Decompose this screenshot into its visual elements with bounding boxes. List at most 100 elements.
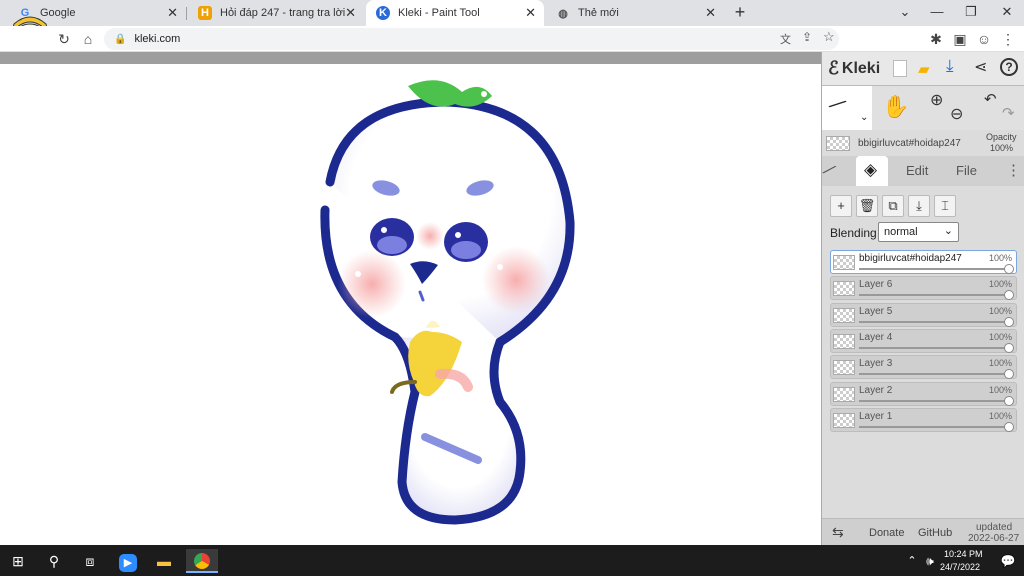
hand-tool-button[interactable]: ✋: [882, 94, 909, 120]
clock-date[interactable]: 24/7/2022: [940, 562, 980, 572]
tab-new[interactable]: ◍ Thẻ mới ✕: [546, 0, 724, 26]
window-close-icon[interactable]: ✕: [992, 2, 1022, 22]
slider-knob[interactable]: [1004, 290, 1014, 301]
layers-icon: ◈: [864, 160, 878, 179]
drawing-canvas[interactable]: [0, 52, 821, 545]
address-bar[interactable]: 🔒 kleki.com 文 ⇪ ☆: [104, 28, 839, 50]
tab-file[interactable]: File: [956, 163, 977, 178]
new-tab-button[interactable]: +: [730, 2, 750, 22]
tab-separator: [186, 7, 187, 20]
color-swatch[interactable]: [826, 136, 850, 151]
add-layer-button[interactable]: +: [830, 195, 852, 217]
donate-link[interactable]: Donate: [869, 527, 904, 539]
tab-brush[interactable]: ∕: [823, 161, 836, 181]
brush-tool-button[interactable]: ∕ ⌄: [822, 86, 872, 130]
merge-layer-button[interactable]: ⤓: [908, 195, 930, 217]
share-icon[interactable]: ⇪: [802, 30, 812, 44]
layer-row[interactable]: Layer 2 100%: [830, 381, 1017, 406]
file-explorer-icon[interactable]: ▬: [152, 549, 176, 573]
clock-time[interactable]: 10:24 PM: [944, 549, 983, 559]
zoom-in-icon[interactable]: ⊕: [930, 90, 943, 110]
slider-knob[interactable]: [1004, 264, 1014, 274]
layer-opacity-slider[interactable]: [859, 290, 1014, 301]
duplicate-icon: ⧉: [888, 198, 898, 213]
share-icon[interactable]: ⋖: [974, 57, 987, 77]
swap-side-icon[interactable]: ⇆: [832, 524, 844, 541]
restore-icon[interactable]: ❐: [956, 2, 986, 22]
task-view-icon[interactable]: ⧈: [78, 549, 102, 573]
github-link[interactable]: GitHub: [918, 527, 952, 539]
layer-name: Layer 1: [859, 410, 893, 422]
tab-hoidap247[interactable]: H Hỏi đáp 247 - trang tra lời ✕: [188, 0, 364, 26]
redo-icon[interactable]: ↷: [1002, 104, 1015, 122]
volume-icon[interactable]: 🕪: [918, 549, 942, 573]
zoom-out-icon[interactable]: ⊖: [950, 104, 963, 124]
home-icon[interactable]: ⌂: [78, 29, 98, 49]
panel-footer: ⇆ Donate GitHub updated 2022-06-27: [822, 518, 1024, 545]
profile-icon[interactable]: ☺: [974, 29, 994, 49]
minimize-icon[interactable]: —: [922, 2, 952, 22]
slider-knob[interactable]: [1004, 369, 1014, 380]
tab-title: Thẻ mới: [578, 7, 619, 19]
tab-layers[interactable]: ◈: [856, 156, 888, 186]
undo-icon[interactable]: ↶: [984, 90, 997, 108]
layer-opacity-slider[interactable]: [859, 421, 1014, 432]
delete-layer-button[interactable]: 🗑: [856, 195, 878, 217]
layer-opacity-slider[interactable]: [859, 316, 1014, 327]
tab-kleki[interactable]: K Kleki - Paint Tool ✕: [366, 0, 544, 26]
layer-opacity-slider[interactable]: [859, 342, 1014, 353]
open-folder-icon[interactable]: ▰: [918, 60, 930, 78]
layer-opacity-slider[interactable]: [859, 395, 1014, 406]
close-icon[interactable]: ✕: [525, 5, 536, 21]
slider-knob[interactable]: [1004, 342, 1014, 353]
chrome-app-icon[interactable]: [186, 549, 218, 573]
download-icon[interactable]: ⤓: [946, 56, 954, 76]
layer-opacity-slider[interactable]: [859, 264, 1014, 274]
start-windows-icon[interactable]: ⊞: [6, 549, 30, 573]
layer-row[interactable]: Layer 5 100%: [830, 302, 1017, 327]
layer-opacity: 100%: [988, 410, 1012, 421]
rename-layer-button[interactable]: ⌶: [934, 195, 956, 217]
close-icon[interactable]: ✕: [167, 5, 178, 21]
layer-opacity: 100%: [988, 331, 1012, 342]
browser-tab-strip: G Google ✕ H Hỏi đáp 247 - trang tra lời…: [0, 0, 1024, 53]
close-icon[interactable]: ✕: [345, 5, 356, 21]
menu-kebab-icon[interactable]: ⋮: [998, 29, 1018, 49]
merge-down-icon: ⤓: [916, 198, 922, 213]
notifications-icon[interactable]: 💬: [996, 549, 1020, 573]
help-icon[interactable]: ?: [1000, 58, 1018, 76]
layer-thumbnail: [833, 333, 855, 349]
tab-edit[interactable]: Edit: [906, 163, 928, 178]
reload-icon[interactable]: ↻: [54, 29, 74, 49]
opacity-label: Opacity: [986, 132, 1017, 142]
tab-google[interactable]: G Google ✕: [8, 0, 186, 26]
brush-name: bbigirluvcat#hoidap247: [858, 138, 961, 149]
blending-select[interactable]: normal ⌄: [878, 222, 959, 242]
slider-knob[interactable]: [1004, 395, 1014, 406]
layer-name: bbigirluvcat#hoidap247: [859, 253, 962, 264]
kleki-logo[interactable]: ℰ Kleki: [828, 58, 880, 79]
translate-icon[interactable]: 文: [780, 31, 791, 47]
opacity-value: 100%: [990, 143, 1014, 153]
extensions-icon[interactable]: ✱: [926, 29, 946, 49]
slider-knob[interactable]: [1004, 316, 1014, 327]
bookmark-star-icon[interactable]: ☆: [823, 29, 835, 45]
layer-row[interactable]: Layer 3 100%: [830, 355, 1017, 380]
new-image-icon[interactable]: [893, 60, 907, 77]
close-icon[interactable]: ✕: [705, 5, 716, 21]
layer-row[interactable]: Layer 1 100%: [830, 407, 1017, 432]
slider-knob[interactable]: [1004, 421, 1014, 432]
sidepanel-icon[interactable]: ▣: [950, 29, 970, 49]
layer-row[interactable]: Layer 6 100%: [830, 276, 1017, 301]
layer-opacity-slider[interactable]: [859, 369, 1014, 380]
kleki-logo-icon: ℰ: [828, 58, 839, 78]
tab-search-icon[interactable]: ⌄: [890, 2, 920, 22]
search-icon[interactable]: ⚲: [42, 549, 66, 573]
layer-row[interactable]: bbigirluvcat#hoidap247 100%: [830, 250, 1017, 274]
layer-thumbnail: [833, 386, 855, 402]
url-text: kleki.com: [134, 33, 181, 45]
duplicate-layer-button[interactable]: ⧉: [882, 195, 904, 217]
zoom-app-icon[interactable]: ▶: [116, 549, 140, 573]
layer-row[interactable]: Layer 4 100%: [830, 328, 1017, 353]
more-menu-icon[interactable]: ⋮: [1006, 161, 1021, 179]
